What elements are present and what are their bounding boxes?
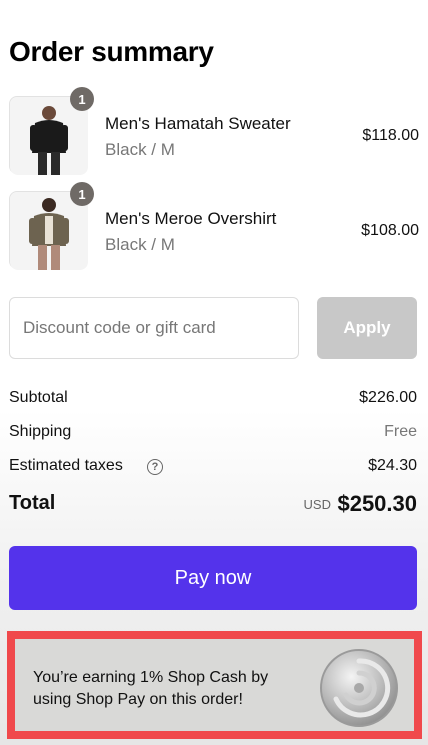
shipping-value: Free [384,423,417,440]
apply-discount-button[interactable]: Apply [317,297,417,359]
shop-cash-message: You’re earning 1% Shop Cash by using Sho… [33,669,269,708]
question-mark-icon[interactable]: ? [147,459,163,475]
page-title: Order summary [9,36,214,67]
subtotal-value: $226.00 [359,389,417,406]
product-image: 1 [9,182,94,270]
order-summary-page: Order summary 1 Men's Hamatah Sweater Bl… [0,0,428,745]
product-name: Men's Hamatah Sweater [105,114,291,133]
product-name: Men's Meroe Overshirt [105,209,277,228]
product-variant: Black / M [105,140,175,159]
quantity-badge: 1 [70,87,94,111]
line-item: 1 Men's Meroe Overshirt Black / M $108.0… [9,182,419,271]
product-price: $118.00 [362,127,419,144]
product-image: 1 [9,87,94,175]
line-item: 1 Men's Hamatah Sweater Black / M $118.0… [9,87,419,176]
subtotal-row: Subtotal $226.00 [9,389,417,413]
shop-cash-coin-icon [320,649,398,727]
currency-code: USD [303,497,331,512]
taxes-label: Estimated taxes [9,457,123,474]
shipping-label: Shipping [9,423,72,440]
total-value: $250.30 [337,491,417,516]
shipping-row: Shipping Free [9,423,417,447]
product-price: $108.00 [361,222,419,239]
subtotal-label: Subtotal [9,389,68,406]
discount-code-input[interactable] [9,297,299,359]
total-label: Total [9,492,56,514]
pay-now-button[interactable]: Pay now [9,546,417,610]
taxes-row: Estimated taxes ? $24.30 [9,457,417,481]
quantity-badge: 1 [70,182,94,206]
product-variant: Black / M [105,235,175,254]
shop-cash-banner: You’re earning 1% Shop Cash by using Sho… [7,631,422,739]
taxes-value: $24.30 [368,457,417,474]
